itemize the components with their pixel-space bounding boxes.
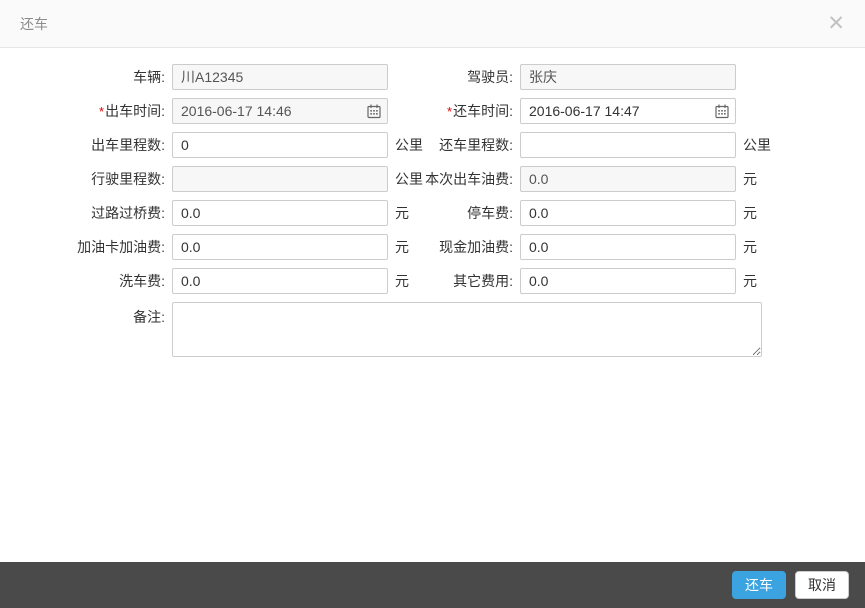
- trip-fuel-fee-input: [520, 166, 736, 192]
- parking-fee-input[interactable]: [520, 200, 736, 226]
- cash-fuel-fee-unit: 元: [743, 237, 757, 257]
- cash-fuel-fee-label: 现金加油费:: [439, 237, 513, 257]
- dialog-footer: 还车 取消: [0, 562, 865, 608]
- parking-fee-label: 停车费:: [467, 203, 513, 223]
- wash-fee-unit: 元: [395, 271, 409, 291]
- parking-fee-unit: 元: [743, 203, 757, 223]
- fuel-card-fee-input[interactable]: [172, 234, 388, 260]
- form-row-fuelcard-cash: 加油卡加油费: 元 现金加油费: 元: [0, 234, 865, 260]
- wash-fee-label: 洗车费:: [0, 271, 165, 291]
- fuel-card-fee-label: 加油卡加油费:: [0, 237, 165, 257]
- return-vehicle-dialog: 还车 ✕ 车辆: 驾驶员: *出车时间:: [0, 0, 865, 608]
- other-fee-label: 其它费用:: [453, 271, 513, 291]
- return-mileage-input[interactable]: [520, 132, 736, 158]
- toll-fee-label: 过路过桥费:: [0, 203, 165, 223]
- depart-time-input: [172, 98, 388, 124]
- required-marker: *: [447, 104, 452, 119]
- fuel-card-fee-unit: 元: [395, 237, 409, 257]
- depart-mileage-input[interactable]: [172, 132, 388, 158]
- other-fee-input[interactable]: [520, 268, 736, 294]
- return-mileage-unit: 公里: [743, 135, 771, 155]
- form-row-toll-parking: 过路过桥费: 元 停车费: 元: [0, 200, 865, 226]
- trip-fuel-fee-unit: 元: [743, 169, 757, 189]
- form-row-wash-other: 洗车费: 元 其它费用: 元: [0, 268, 865, 294]
- calendar-icon[interactable]: [714, 103, 730, 119]
- remark-textarea[interactable]: [172, 302, 762, 357]
- dialog-header: 还车 ✕: [0, 0, 865, 48]
- form-row-mileage: 出车里程数: 公里 还车里程数: 公里: [0, 132, 865, 158]
- dialog-title: 还车: [20, 14, 48, 34]
- required-marker: *: [99, 104, 104, 119]
- close-icon[interactable]: ✕: [827, 13, 845, 34]
- trip-fuel-fee-label: 本次出车油费:: [425, 169, 513, 189]
- return-time-label: *还车时间:: [447, 101, 513, 121]
- form-row-driven-fuel: 行驶里程数: 公里 本次出车油费: 元: [0, 166, 865, 192]
- depart-mileage-label: 出车里程数:: [0, 135, 165, 155]
- driven-mileage-input: [172, 166, 388, 192]
- calendar-icon: [366, 103, 382, 119]
- form-row-remark: 备注:: [0, 302, 865, 357]
- remark-label: 备注:: [0, 302, 165, 327]
- driven-mileage-unit: 公里: [395, 169, 423, 189]
- depart-mileage-unit: 公里: [395, 135, 423, 155]
- form-row-times: *出车时间: *还车时间:: [0, 98, 865, 124]
- cash-fuel-fee-input[interactable]: [520, 234, 736, 260]
- return-time-input[interactable]: [520, 98, 736, 124]
- form-row-vehicle-driver: 车辆: 驾驶员:: [0, 64, 865, 90]
- dialog-body: 车辆: 驾驶员: *出车时间:: [0, 48, 865, 562]
- cancel-button[interactable]: 取消: [795, 571, 849, 599]
- depart-time-label: *出车时间:: [0, 101, 165, 121]
- return-mileage-label: 还车里程数:: [439, 135, 513, 155]
- wash-fee-input[interactable]: [172, 268, 388, 294]
- driver-input: [520, 64, 736, 90]
- toll-fee-unit: 元: [395, 203, 409, 223]
- other-fee-unit: 元: [743, 271, 757, 291]
- driver-label: 驾驶员:: [467, 67, 513, 87]
- driven-mileage-label: 行驶里程数:: [0, 169, 165, 189]
- vehicle-input: [172, 64, 388, 90]
- return-vehicle-submit-button[interactable]: 还车: [732, 571, 786, 599]
- toll-fee-input[interactable]: [172, 200, 388, 226]
- vehicle-label: 车辆:: [0, 67, 165, 87]
